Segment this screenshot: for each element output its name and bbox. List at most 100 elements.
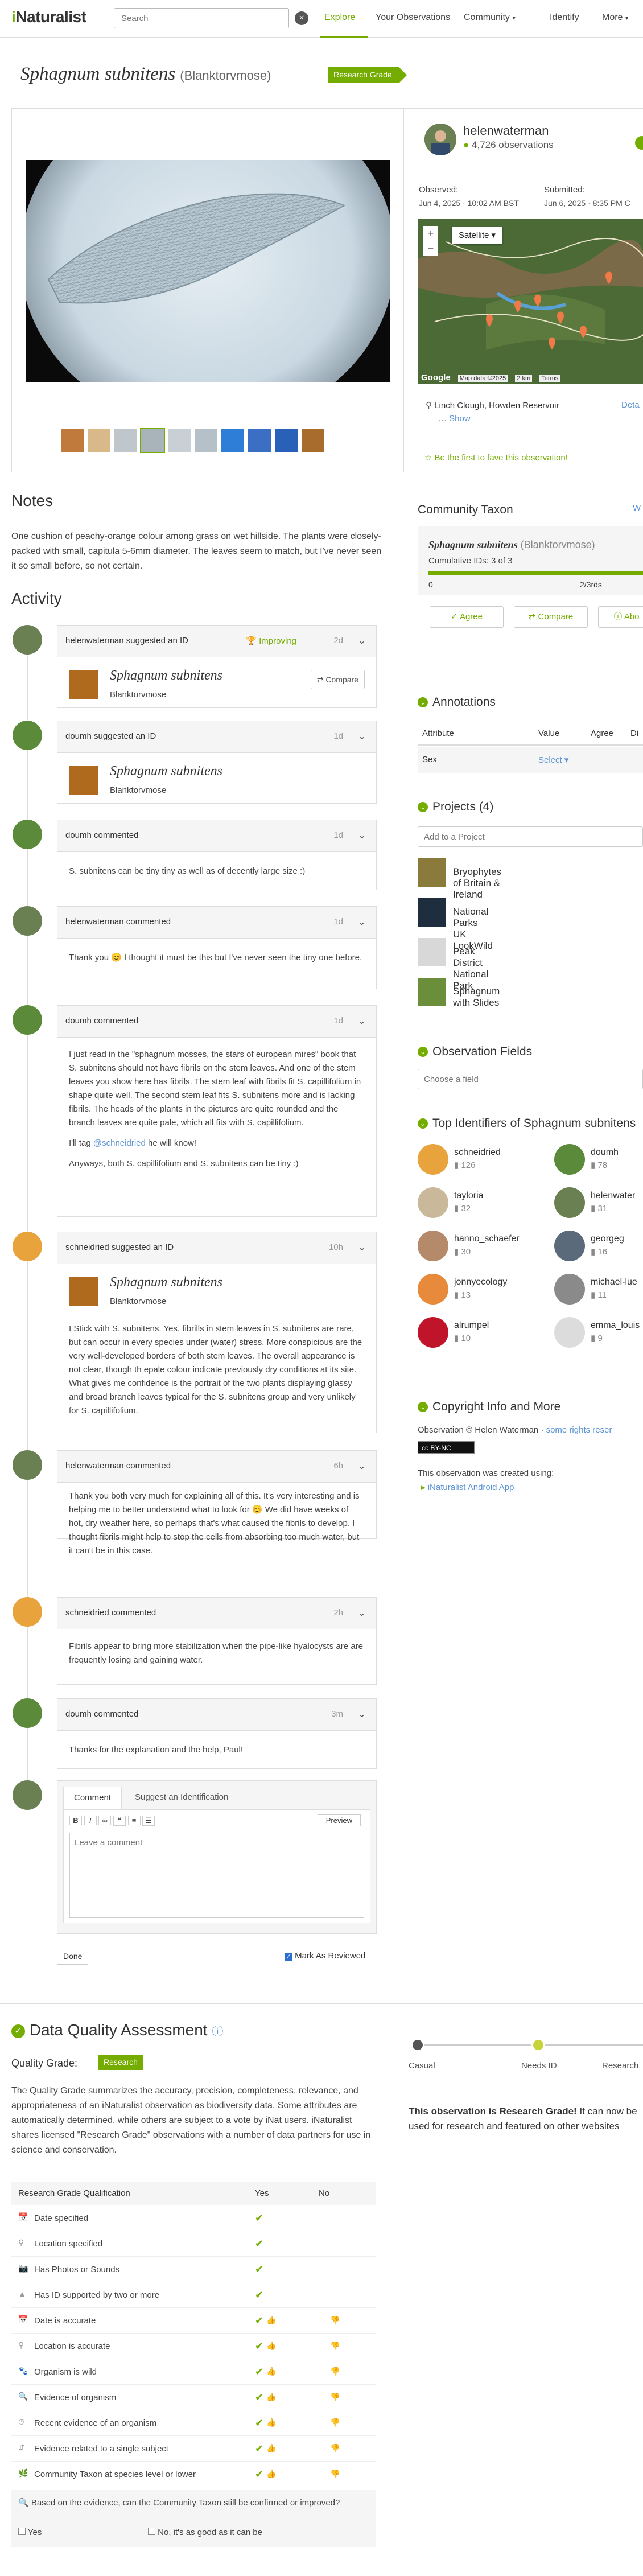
identifier-name[interactable]: doumh xyxy=(591,1147,619,1158)
identifier-item[interactable]: hanno_schaefer ▮ 30 xyxy=(418,1231,543,1262)
observation-marker[interactable] xyxy=(486,314,493,327)
agree-button[interactable]: ✓ Agree xyxy=(430,606,504,628)
tab-comment[interactable]: Comment xyxy=(63,1787,122,1809)
user-mention-link[interactable]: @schneidried xyxy=(93,1138,146,1148)
annotation-select[interactable]: Select ▾ xyxy=(538,755,568,765)
compare-button[interactable]: ⇄ Compare xyxy=(310,670,365,689)
chevron-down-icon[interactable]: ⌄ xyxy=(356,635,368,648)
identifier-item[interactable]: jonnyecology ▮ 13 xyxy=(418,1274,543,1306)
answer-yes[interactable]: Yes xyxy=(18,2528,42,2537)
user-avatar[interactable] xyxy=(13,1597,42,1627)
chevron-down-icon[interactable]: ⌄ xyxy=(356,1242,368,1254)
bold-button[interactable]: B xyxy=(69,1816,82,1825)
identification-taxon-name[interactable]: Sphagnum subnitens xyxy=(110,669,222,682)
photo-thumbnail[interactable] xyxy=(275,429,298,452)
bullet-list-button[interactable]: ☰ xyxy=(142,1816,155,1826)
identifier-item[interactable]: doumh ▮ 78 xyxy=(554,1144,643,1176)
identification-taxon[interactable]: Sphagnum subnitens Blanktorvmose ⇄ Compa… xyxy=(69,666,365,712)
chevron-down-icon[interactable]: ⌄ xyxy=(356,1460,368,1473)
fave-link[interactable]: ☆ Be the first to fave this observation! xyxy=(424,452,568,463)
user-avatar[interactable] xyxy=(424,124,456,155)
identifier-item[interactable]: tayloria ▮ 32 xyxy=(418,1187,543,1219)
identifier-avatar[interactable] xyxy=(418,1317,448,1348)
thumbs-up-icon[interactable]: 👍 xyxy=(266,2469,276,2479)
chevron-down-icon[interactable]: ⌄ xyxy=(356,916,368,929)
user-avatar[interactable] xyxy=(13,625,42,655)
photo-thumbnail[interactable] xyxy=(140,428,165,453)
choose-field-input[interactable] xyxy=(418,1069,643,1089)
identifiers-heading[interactable]: ⌄ Top Identifiers of Sphagnum subnitens xyxy=(418,1117,636,1130)
identifier-name[interactable]: jonnyecology xyxy=(454,1277,507,1287)
italic-button[interactable]: I xyxy=(84,1816,97,1825)
user-avatar[interactable] xyxy=(13,820,42,849)
observation-marker[interactable] xyxy=(580,326,587,339)
follow-toggle[interactable] xyxy=(635,136,643,150)
chevron-down-icon[interactable]: ⌄ xyxy=(356,731,368,743)
user-avatar[interactable] xyxy=(13,721,42,750)
identifier-name[interactable]: michael-lue xyxy=(591,1277,637,1287)
quote-button[interactable]: ❝ xyxy=(113,1816,126,1826)
user-observation-count[interactable]: ● 4,726 observations xyxy=(463,139,554,151)
ct-taxon[interactable]: Sphagnum subnitens (Blanktorvmose) xyxy=(428,539,595,551)
identifier-item[interactable]: helenwater ▮ 31 xyxy=(554,1187,643,1219)
thumbs-down-icon[interactable]: 👎 xyxy=(330,2315,340,2325)
photo-thumbnail[interactable] xyxy=(61,429,84,452)
thumbs-down-icon[interactable]: 👎 xyxy=(330,2392,340,2402)
observation-marker[interactable] xyxy=(549,337,555,350)
location-map[interactable]: Satellite ▾ + − Google Map data ©2025 2 k… xyxy=(418,219,643,384)
thumbs-down-icon[interactable]: 👎 xyxy=(330,2469,340,2479)
user-avatar[interactable] xyxy=(13,906,42,936)
user-avatar[interactable] xyxy=(13,1450,42,1480)
obs-fields-heading[interactable]: ⌄ Observation Fields xyxy=(418,1045,532,1059)
user-avatar[interactable] xyxy=(13,1698,42,1728)
annotations-heading[interactable]: ⌄ Annotations xyxy=(418,696,496,709)
thumbs-up-icon[interactable]: 👍 xyxy=(266,2443,276,2453)
nav-identify[interactable]: Identify xyxy=(550,13,579,23)
app-link[interactable]: ▸ iNaturalist Android App xyxy=(421,1482,514,1492)
comment-textarea[interactable] xyxy=(69,1833,364,1918)
preview-button[interactable]: Preview xyxy=(317,1814,361,1826)
user-avatar[interactable] xyxy=(13,1005,42,1035)
chevron-down-icon[interactable]: ⌄ xyxy=(356,1709,368,1721)
add-to-project-input[interactable] xyxy=(418,826,643,847)
user-avatar[interactable] xyxy=(13,1232,42,1261)
mark-reviewed-checkbox[interactable]: ✓ Mark As Reviewed xyxy=(285,1951,365,1961)
identification-taxon[interactable]: Sphagnum subnitens Blanktorvmose xyxy=(69,1273,365,1319)
answer-no[interactable]: No, it's as good as it can be xyxy=(148,2528,262,2537)
observation-marker[interactable] xyxy=(514,300,521,313)
map-terms[interactable]: Terms xyxy=(539,375,560,382)
chevron-down-icon[interactable]: ⌄ xyxy=(356,1607,368,1620)
rights-link[interactable]: some rights reser xyxy=(546,1425,612,1435)
ordered-list-button[interactable]: ≡ xyxy=(127,1816,141,1825)
photo-thumbnail[interactable] xyxy=(195,429,217,452)
thumbs-down-icon[interactable]: 👎 xyxy=(330,2367,340,2376)
identifier-avatar[interactable] xyxy=(418,1144,448,1175)
observation-marker[interactable] xyxy=(557,311,564,324)
chevron-down-icon[interactable]: ⌄ xyxy=(356,1015,368,1028)
inaturalist-logo[interactable]: iNaturalist xyxy=(11,8,86,26)
identifier-name[interactable]: helenwater xyxy=(591,1191,635,1201)
identifier-avatar[interactable] xyxy=(418,1187,448,1218)
search-input[interactable] xyxy=(114,8,289,28)
thumbs-up-icon[interactable]: 👍 xyxy=(266,2341,276,2351)
identifier-item[interactable]: alrumpel ▮ 10 xyxy=(418,1317,543,1349)
identifier-item[interactable]: georgeg ▮ 16 xyxy=(554,1231,643,1262)
done-button[interactable]: Done xyxy=(57,1948,89,1965)
identifier-avatar[interactable] xyxy=(554,1187,585,1218)
photo-thumbnail[interactable] xyxy=(168,429,191,452)
link-button[interactable]: ∞ xyxy=(98,1816,112,1825)
cc-license-badge[interactable]: cc BY-NC xyxy=(418,1441,475,1454)
identifier-item[interactable]: schneidried ▮ 126 xyxy=(418,1144,543,1176)
identifier-avatar[interactable] xyxy=(418,1274,448,1305)
community-taxon-what-link[interactable]: W xyxy=(633,503,641,513)
thumbs-up-icon[interactable]: 👍 xyxy=(266,2418,276,2427)
thumbs-down-icon[interactable]: 👎 xyxy=(330,2341,340,2351)
tab-suggest-id[interactable]: Suggest an Identification xyxy=(135,1792,228,1802)
thumbs-up-icon[interactable]: 👍 xyxy=(266,2315,276,2325)
projects-heading[interactable]: ⌄ Projects (4) xyxy=(418,800,493,814)
identification-taxon[interactable]: Sphagnum subnitens Blanktorvmose xyxy=(69,762,365,808)
identifier-avatar[interactable] xyxy=(554,1317,585,1348)
identifier-name[interactable]: emma_louis xyxy=(591,1320,640,1331)
identification-taxon-name[interactable]: Sphagnum subnitens xyxy=(110,764,222,778)
identifier-name[interactable]: hanno_schaefer xyxy=(454,1234,520,1244)
